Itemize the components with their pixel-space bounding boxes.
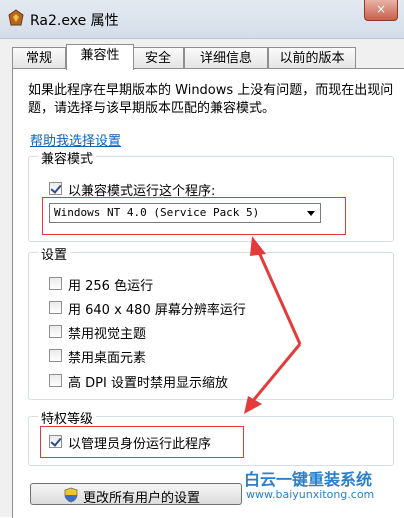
arrow-line-down — [250, 343, 302, 403]
tab-label: 兼容性 — [80, 48, 120, 63]
watermark-url: www.baiyunxitong.com — [246, 488, 375, 501]
arrow-head-up — [250, 236, 266, 256]
watermark-brand: 白云一键重装系统 — [244, 470, 373, 489]
annotation-arrows — [244, 236, 302, 414]
change-all-users-settings-label: 更改所有用户的设置 — [83, 491, 201, 506]
tab-compatibility[interactable]: 兼容性 — [66, 44, 134, 70]
properties-window: Ra2.exe 属性 × 常规 兼容性 安全 详细信息 以前的版本 如果此程序在… — [0, 0, 404, 518]
change-all-users-settings-button[interactable]: 更改所有用户的设置 — [30, 483, 242, 506]
arrow-line-up — [256, 249, 302, 345]
uac-shield-icon — [64, 487, 78, 503]
